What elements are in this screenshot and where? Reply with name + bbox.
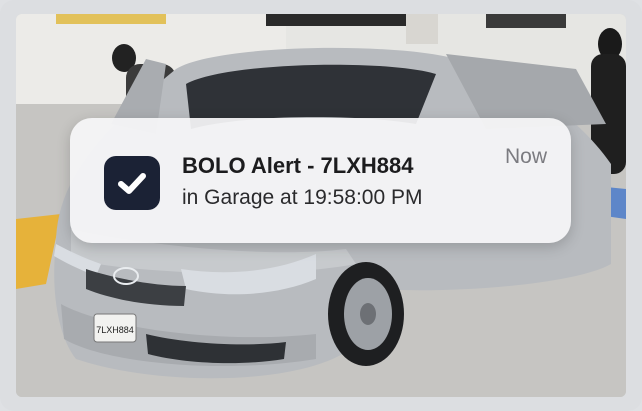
checkmark-icon (118, 173, 146, 194)
screenshot-frame: 7LXH884 BOLO Alert - 7LXH884 in Garage a… (0, 0, 642, 411)
bolo-alert-notification[interactable]: BOLO Alert - 7LXH884 in Garage at 19:58:… (70, 118, 571, 243)
license-plate-text: 7LXH884 (96, 325, 134, 335)
notification-time: Now (504, 145, 547, 168)
notification-title: BOLO Alert - 7LXH884 (182, 153, 414, 178)
app-icon (104, 156, 160, 210)
notification-body: in Garage at 19:58:00 PM (182, 186, 423, 209)
